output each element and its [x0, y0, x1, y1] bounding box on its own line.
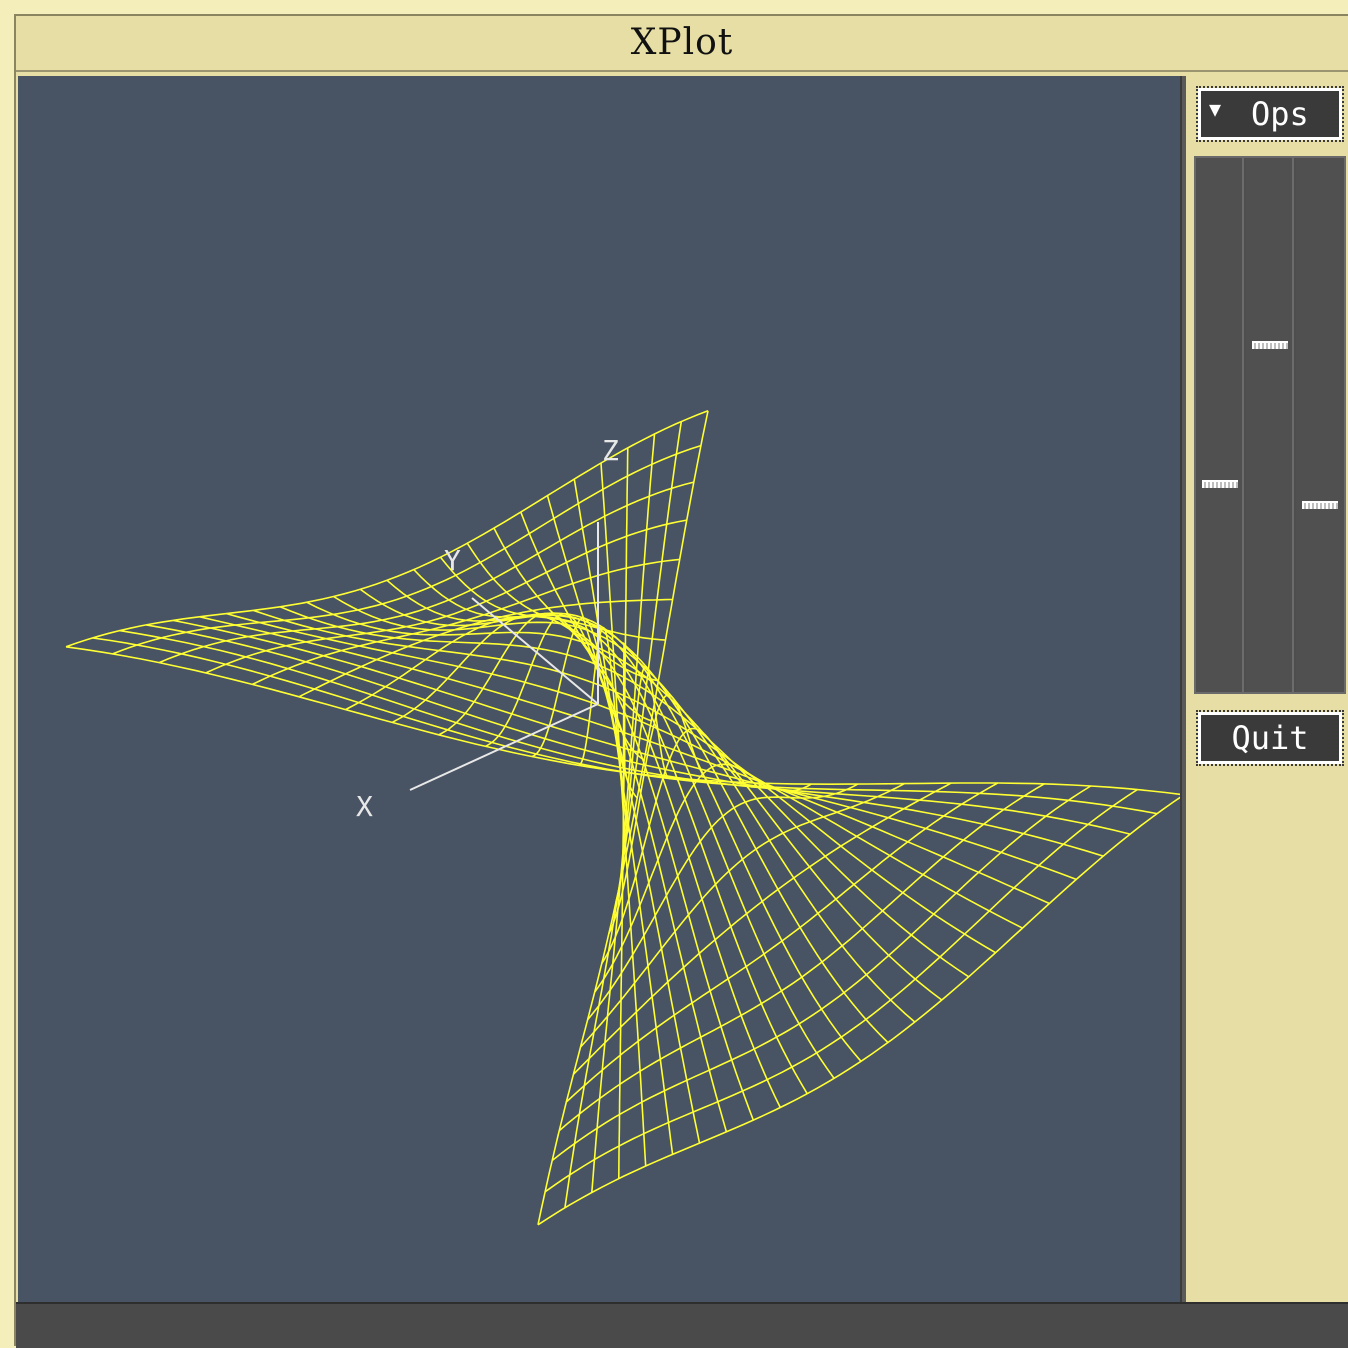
- quit-button-label: Quit: [1231, 719, 1309, 757]
- rotation-sliders: [1194, 156, 1346, 694]
- surface-plot[interactable]: Z X Y: [18, 76, 1180, 1302]
- control-panel: ▼ Ops Quit: [1186, 76, 1348, 1302]
- quit-button[interactable]: Quit: [1196, 710, 1344, 766]
- plot-canvas[interactable]: Z X Y: [18, 76, 1180, 1302]
- x-axis-label: X: [356, 790, 373, 823]
- slider-rotation-z[interactable]: [1296, 158, 1344, 692]
- window-title: XPlot: [630, 22, 734, 63]
- slider-thumb[interactable]: [1302, 501, 1338, 509]
- mesh-line-col: [391, 614, 659, 724]
- y-axis-label: Y: [444, 544, 461, 577]
- slider-rotation-y[interactable]: [1246, 158, 1294, 692]
- ops-menu-button[interactable]: ▼ Ops: [1196, 86, 1344, 142]
- xplot-window: XPlot Z X Y ▼ Ops Quit: [14, 14, 1348, 1348]
- mesh-line-col: [112, 444, 702, 655]
- mesh-line-col: [484, 612, 645, 761]
- z-axis-label: Z: [602, 434, 619, 467]
- title-bar[interactable]: XPlot: [16, 16, 1348, 72]
- mesh-line-col: [544, 788, 1138, 1193]
- slider-thumb[interactable]: [1202, 480, 1238, 488]
- triangle-down-icon: ▼: [1209, 97, 1222, 121]
- slider-rotation-x[interactable]: [1196, 158, 1244, 692]
- slider-thumb[interactable]: [1252, 341, 1288, 349]
- ops-button-label: Ops: [1251, 95, 1309, 133]
- status-bar: [16, 1302, 1348, 1348]
